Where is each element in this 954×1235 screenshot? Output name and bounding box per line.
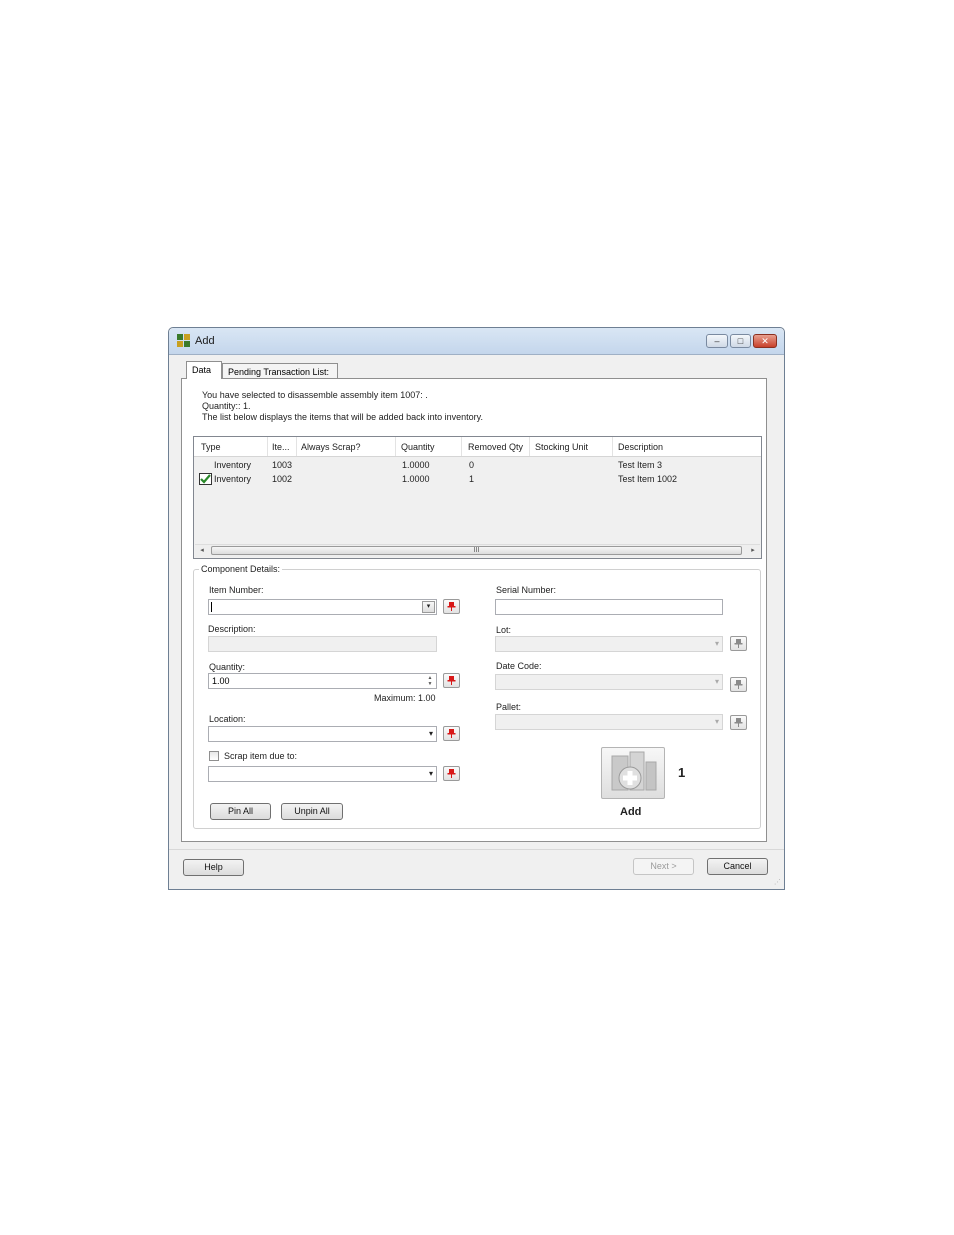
scroll-thumb[interactable]: III [211,546,742,555]
tab-label: Data [192,365,212,375]
location-label: Location: [209,714,246,724]
cell-type: Inventory [214,474,252,484]
lot-pin-button[interactable] [730,636,747,651]
column-header-item[interactable]: Ite... [272,442,290,452]
column-header-stocking-unit[interactable]: Stocking Unit [535,442,588,452]
scroll-right-icon[interactable]: ▸ [747,545,759,557]
description-field [208,636,437,652]
column-header-type[interactable]: Type [201,442,221,452]
scroll-left-icon[interactable]: ◂ [196,545,208,557]
cell-item: 1003 [272,460,293,470]
unpin-all-button[interactable]: Unpin All [281,803,343,820]
date-code-combobox: ▾ [495,674,723,690]
title-bar[interactable]: Add – □ ✕ [169,328,784,355]
pin-icon [734,680,743,689]
message-line-2: Quantity:: 1. [202,401,251,411]
serial-number-field[interactable] [495,599,723,615]
pin-icon [447,769,456,778]
description-label: Description: [208,624,256,634]
tab-pending-transaction-list[interactable]: Pending Transaction List: 1 [222,363,338,387]
lot-combobox: ▾ [495,636,723,652]
scrap-item-label: Scrap item due to: [224,751,298,761]
pin-icon [447,602,456,611]
add-inventory-icon [611,751,657,791]
spin-arrows-icon[interactable]: ▲ ▼ [425,675,435,687]
pin-icon [447,729,456,738]
table-row[interactable]: Inventory 1002 1.0000 1 Test Item 1002 [194,472,761,486]
quantity-value: 1.00 [212,676,230,686]
scrap-reason-pin-button[interactable] [443,766,460,781]
add-dialog: Add – □ ✕ Data Pending Transaction List:… [168,327,785,890]
cell-removed-qty: 0 [469,460,475,470]
quantity-stepper[interactable]: 1.00 ▲ ▼ [208,673,437,689]
item-number-label: Item Number: [209,585,264,595]
pallet-combobox: ▾ [495,714,723,730]
scrap-reason-combobox[interactable]: ▾ [208,766,437,782]
chevron-down-icon: ▾ [714,639,719,648]
cell-quantity: 1.0000 [402,460,430,470]
cell-description: Test Item 3 [618,460,663,470]
column-header-always-scrap[interactable]: Always Scrap? [301,442,361,452]
chevron-down-icon[interactable]: ▾ [422,601,435,613]
text-caret [211,602,212,612]
window-title: Add [195,335,215,347]
quantity-label: Quantity: [209,662,246,672]
app-icon [177,334,190,347]
pallet-pin-button[interactable] [730,715,747,730]
resize-grip-icon[interactable]: ⋰ [774,878,781,886]
horizontal-scrollbar[interactable]: ◂ III ▸ [195,544,760,557]
tab-data[interactable]: Data [186,361,222,379]
minimize-button[interactable]: – [706,334,728,348]
table-header: Type Ite... Always Scrap? Quantity Remov… [194,437,761,457]
item-number-combobox[interactable]: ▾ [208,599,437,615]
date-code-label: Date Code: [496,661,542,671]
pin-all-button[interactable]: Pin All [210,803,271,820]
add-label: Add [620,806,642,818]
item-number-pin-button[interactable] [443,599,460,614]
quantity-maximum-text: Maximum: 1.00 [374,693,436,703]
cell-item: 1002 [272,474,293,484]
cell-quantity: 1.0000 [402,474,430,484]
date-code-pin-button[interactable] [730,677,747,692]
column-header-removed-qty[interactable]: Removed Qty [468,442,523,452]
components-table[interactable]: Type Ite... Always Scrap? Quantity Remov… [193,436,762,559]
cell-removed-qty: 1 [469,474,475,484]
component-details-legend: Component Details: [199,564,283,574]
lot-label: Lot: [496,625,512,635]
check-mark-icon[interactable] [199,473,212,485]
pin-icon [734,718,743,727]
help-button[interactable]: Help [183,859,244,876]
pin-icon [447,676,456,685]
column-header-quantity[interactable]: Quantity [401,442,435,452]
chevron-down-icon: ▾ [714,677,719,686]
quantity-pin-button[interactable] [443,673,460,688]
close-button[interactable]: ✕ [753,334,777,348]
add-count: 1 [678,765,686,780]
pallet-label: Pallet: [496,702,522,712]
chevron-down-icon: ▾ [714,717,719,726]
location-pin-button[interactable] [443,726,460,741]
maximize-button[interactable]: □ [730,334,751,348]
add-button[interactable] [601,747,665,799]
scrap-item-checkbox[interactable] [209,751,219,761]
location-combobox[interactable]: ▾ [208,726,437,742]
table-row[interactable]: Inventory 1003 1.0000 0 Test Item 3 [194,458,761,472]
chevron-down-icon[interactable]: ▾ [429,729,433,738]
message-line-1: You have selected to disassemble assembl… [202,390,428,400]
cell-description: Test Item 1002 [618,474,678,484]
chevron-down-icon[interactable]: ▾ [429,769,433,778]
footer-divider [169,849,784,850]
pin-icon [734,639,743,648]
column-header-description[interactable]: Description [618,442,663,452]
cancel-button[interactable]: Cancel [707,858,768,875]
serial-number-label: Serial Number: [496,585,557,595]
next-button[interactable]: Next > [633,858,694,875]
message-line-3: The list below displays the items that w… [202,412,483,422]
cell-type: Inventory [214,460,252,470]
